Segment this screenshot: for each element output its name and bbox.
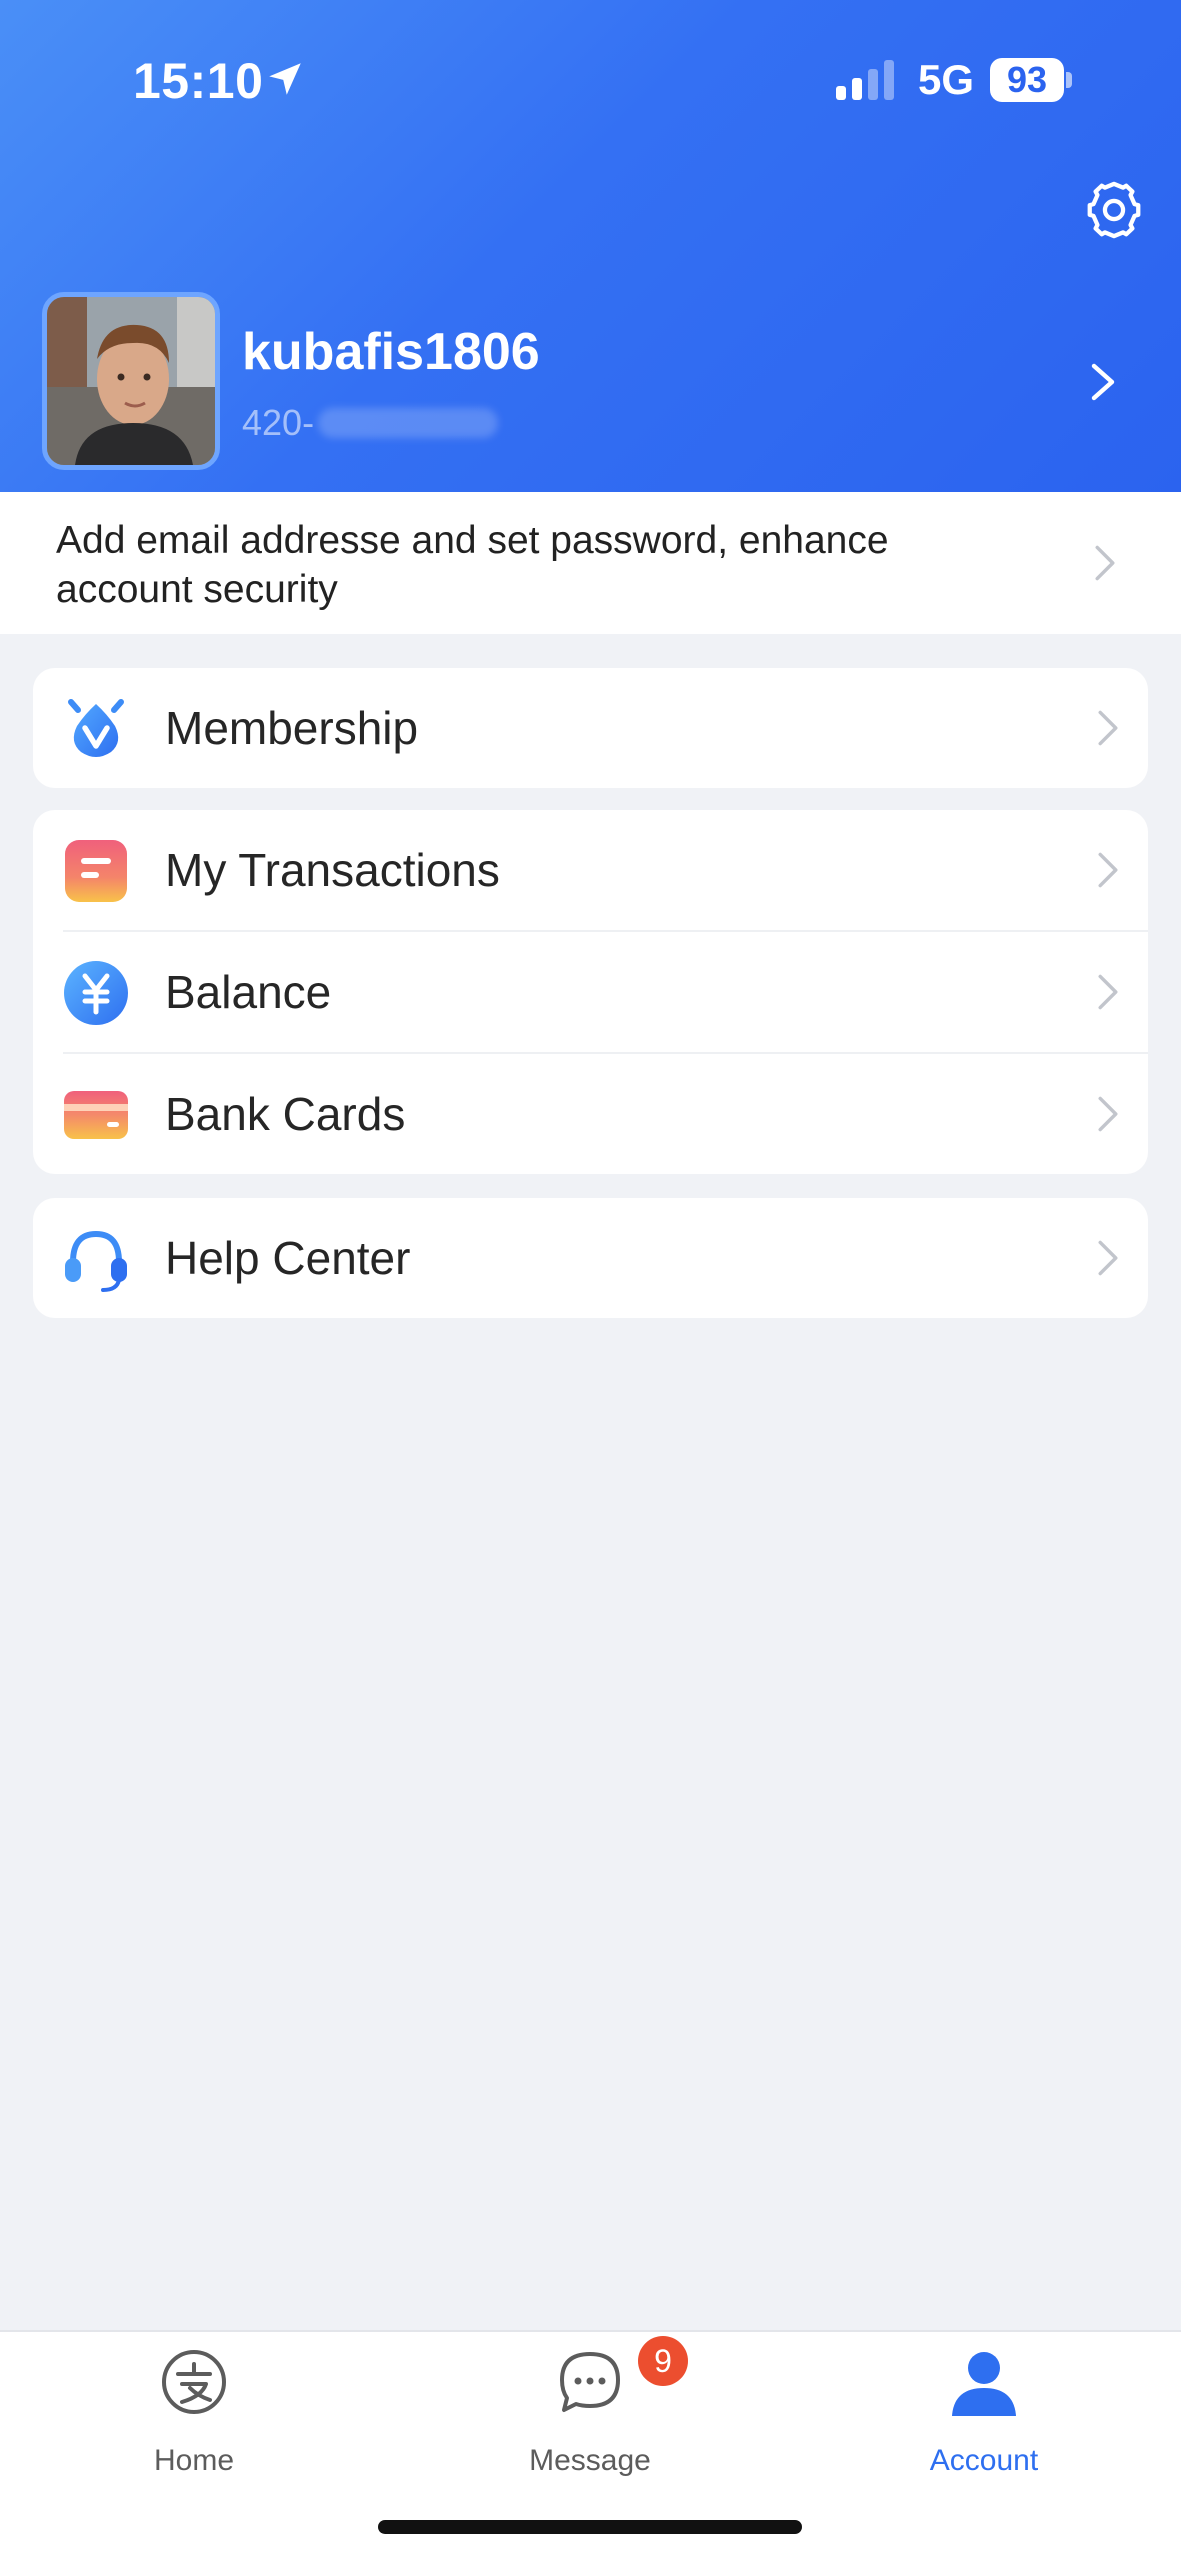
location-arrow-icon — [269, 63, 301, 95]
chevron-right-icon — [1098, 852, 1118, 888]
tab-label: Home — [153, 2444, 235, 2477]
home-indicator — [378, 2520, 802, 2534]
battery-level: 93 — [990, 58, 1064, 102]
chevron-right-icon — [1091, 363, 1115, 401]
finance-card: My Transactions Balance Bank Cards — [33, 810, 1148, 1174]
phone-number: 420- — [242, 400, 499, 446]
security-banner[interactable]: Add email addresse and set password, enh… — [0, 492, 1181, 634]
status-bar: 15:10 5G 93 — [0, 0, 1181, 160]
menu-item-label: Balance — [165, 966, 332, 1018]
chevron-right-icon — [1098, 1096, 1118, 1132]
menu-item-transactions[interactable]: My Transactions — [33, 810, 1148, 932]
tab-label: Message — [529, 2444, 651, 2477]
membership-v-icon — [68, 699, 124, 757]
menu-item-label: Bank Cards — [165, 1088, 406, 1140]
menu-item-balance[interactable]: Balance — [33, 932, 1148, 1054]
battery-tip — [1066, 72, 1072, 88]
transactions-icon — [65, 840, 127, 902]
alipay-home-icon — [162, 2350, 226, 2414]
tab-home[interactable]: Home — [44, 2332, 344, 2512]
chevron-right-icon — [1098, 1240, 1118, 1276]
menu-item-membership[interactable]: Membership — [33, 668, 1148, 788]
tab-label: Account — [929, 2444, 1039, 2477]
username: kubafis1806 — [242, 323, 540, 381]
yen-coin-icon — [64, 961, 128, 1025]
bank-card-icon — [64, 1091, 128, 1139]
unread-badge: 9 — [638, 2336, 688, 2386]
phone-redacted — [318, 408, 499, 438]
battery-indicator: 93 — [990, 58, 1072, 102]
menu-item-help-center[interactable]: Help Center — [33, 1198, 1148, 1318]
account-screen: 15:10 5G 93 kubafis1806 420- Add email a… — [0, 0, 1181, 2560]
profile-section[interactable]: kubafis1806 420- — [42, 292, 1172, 470]
menu-item-label: Help Center — [165, 1232, 411, 1284]
chat-bubble-icon — [560, 2352, 620, 2412]
cellular-signal-icon — [836, 60, 894, 100]
menu-item-label: My Transactions — [165, 844, 500, 896]
chevron-right-icon — [1098, 974, 1118, 1010]
tab-message[interactable]: 9 Message — [440, 2332, 740, 2512]
headset-icon — [65, 1230, 127, 1292]
network-type: 5G — [918, 56, 975, 103]
person-icon — [952, 2352, 1016, 2416]
help-card: Help Center — [33, 1198, 1148, 1318]
membership-card: Membership — [33, 668, 1148, 788]
menu-item-bank-cards[interactable]: Bank Cards — [33, 1054, 1148, 1174]
gear-icon[interactable] — [1082, 178, 1146, 242]
avatar-photo — [47, 297, 215, 465]
tab-account[interactable]: Account — [834, 2332, 1134, 2512]
security-banner-text: Add email addresse and set password, enh… — [56, 519, 889, 611]
chevron-right-icon — [1095, 545, 1115, 581]
avatar[interactable] — [42, 292, 220, 470]
phone-prefix: 420- — [242, 402, 315, 443]
menu-item-label: Membership — [165, 702, 419, 754]
status-time: 15:10 — [133, 53, 264, 109]
chevron-right-icon — [1098, 710, 1118, 746]
account-header: 15:10 5G 93 kubafis1806 420- — [0, 0, 1181, 492]
